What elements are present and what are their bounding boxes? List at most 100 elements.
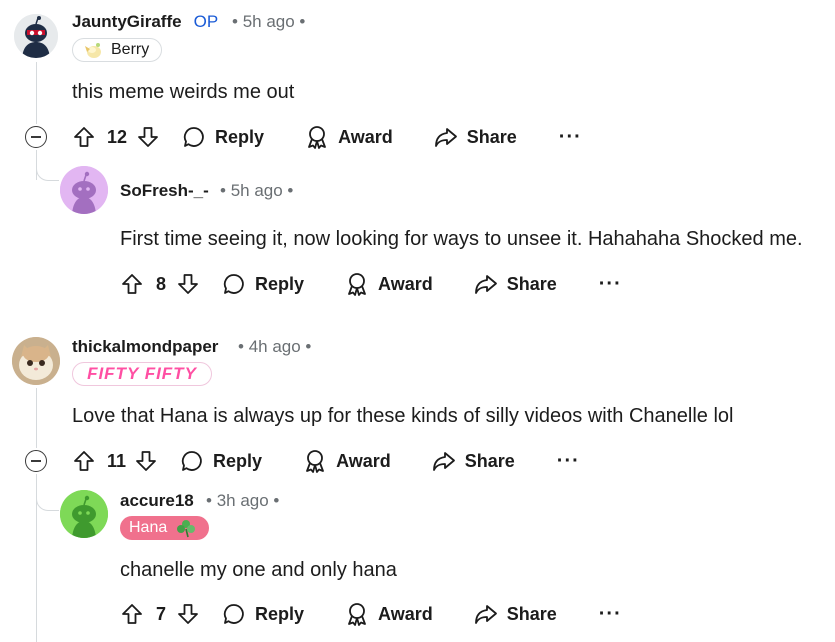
avatar[interactable] (14, 14, 58, 58)
avatar[interactable] (12, 337, 60, 385)
share-button[interactable]: Share (431, 448, 515, 474)
upvote-button[interactable] (72, 125, 96, 149)
downvote-button[interactable] (136, 125, 160, 149)
comment-username[interactable]: JauntyGiraffe OP (72, 12, 218, 32)
snoo-avatar-icon (14, 14, 58, 58)
share-label[interactable]: Share (467, 127, 517, 148)
more-options-button[interactable]: ··· (599, 273, 622, 296)
share-icon (474, 275, 497, 294)
share-label[interactable]: Share (465, 451, 515, 472)
award-button[interactable]: Award (344, 271, 433, 297)
upvote-button[interactable] (120, 602, 144, 626)
timestamp-text[interactable]: 3h ago (217, 491, 269, 510)
comment-timestamp[interactable]: • 5h ago • (220, 181, 293, 201)
award-button[interactable]: Award (304, 124, 393, 150)
vote-count: 11 (107, 450, 127, 471)
user-flair: Hana (120, 516, 209, 540)
share-icon (474, 605, 497, 624)
op-badge: OP (193, 12, 219, 31)
share-button[interactable]: Share (473, 271, 557, 297)
reply-button[interactable]: Reply (222, 602, 304, 626)
comment-bubble-icon (223, 604, 244, 624)
collapse-thread-button[interactable] (25, 126, 47, 148)
comment-bubble-icon (181, 451, 202, 471)
flair-text: Berry (111, 41, 150, 58)
comment-username[interactable]: accure18 (120, 491, 194, 511)
clover-icon (177, 520, 196, 538)
comment-actions: 7 Reply Award Share ··· (120, 598, 622, 630)
username-text[interactable]: JauntyGiraffe (72, 12, 182, 31)
avatar[interactable] (60, 490, 108, 538)
downvote-icon (178, 604, 198, 624)
vote-count: 8 (156, 273, 167, 294)
snoo-avatar-icon (60, 166, 108, 214)
downvote-icon (178, 274, 198, 294)
comment-username[interactable]: thickalmondpaper (72, 337, 218, 357)
comment-body: Love that Hana is always up for these ki… (72, 405, 734, 427)
flair-text: FIFTY FIFTY (87, 364, 197, 383)
vote-count: 12 (107, 126, 128, 147)
timestamp-text[interactable]: 5h ago (243, 12, 295, 31)
downvote-button[interactable] (134, 449, 158, 473)
award-button[interactable]: Award (302, 448, 391, 474)
upvote-icon (122, 274, 142, 294)
reply-button[interactable]: Reply (180, 449, 262, 473)
upvote-icon (74, 451, 94, 471)
share-button[interactable]: Share (433, 124, 517, 150)
downvote-icon (138, 127, 158, 147)
reply-label[interactable]: Reply (255, 274, 304, 295)
award-icon (306, 450, 324, 473)
avatar[interactable] (60, 166, 108, 214)
thread-connector (36, 160, 59, 181)
award-icon (348, 603, 366, 626)
downvote-icon (136, 451, 156, 471)
reply-button[interactable]: Reply (222, 272, 304, 296)
upvote-button[interactable] (120, 272, 144, 296)
award-icon (308, 126, 326, 149)
share-icon (432, 452, 455, 471)
vote-count: 7 (156, 603, 167, 624)
comment-bubble-icon (223, 274, 244, 294)
share-icon (434, 128, 457, 147)
timestamp-text[interactable]: 5h ago (231, 181, 283, 200)
comment-body: this meme weirds me out (72, 81, 295, 103)
more-options-button[interactable]: ··· (557, 450, 580, 473)
berry-icon (85, 43, 101, 58)
share-button[interactable]: Share (473, 601, 557, 627)
comment-actions: 11 Reply Award Share ··· (72, 445, 580, 477)
cat-avatar-icon (12, 337, 60, 385)
collapse-thread-button[interactable] (25, 450, 47, 472)
award-label[interactable]: Award (378, 604, 433, 625)
downvote-button[interactable] (176, 602, 200, 626)
user-flair: FIFTY FIFTY (72, 362, 212, 386)
comment-timestamp[interactable]: • 5h ago • (232, 12, 305, 32)
award-icon (348, 273, 366, 296)
downvote-button[interactable] (176, 272, 200, 296)
upvote-button[interactable] (72, 449, 96, 473)
thread-connector (36, 490, 59, 511)
upvote-icon (74, 127, 94, 147)
comment-body: First time seeing it, now looking for wa… (120, 228, 803, 250)
reply-label[interactable]: Reply (213, 451, 262, 472)
reply-label[interactable]: Reply (255, 604, 304, 625)
comment-actions: 8 Reply Award Share ··· (120, 268, 622, 300)
thread-line (36, 62, 37, 124)
award-label[interactable]: Award (338, 127, 393, 148)
reply-button[interactable]: Reply (182, 125, 264, 149)
share-label[interactable]: Share (507, 604, 557, 625)
comment-timestamp[interactable]: • 4h ago • (238, 337, 311, 357)
comment-actions: 12 Reply Award Share ··· (72, 121, 582, 153)
reply-label[interactable]: Reply (215, 127, 264, 148)
more-options-button[interactable]: ··· (599, 603, 622, 626)
award-label[interactable]: Award (336, 451, 391, 472)
more-options-button[interactable]: ··· (559, 126, 582, 149)
comment-body: chanelle my one and only hana (120, 559, 397, 581)
flair-text: Hana (129, 519, 168, 536)
share-label[interactable]: Share (507, 274, 557, 295)
award-label[interactable]: Award (378, 274, 433, 295)
award-button[interactable]: Award (344, 601, 433, 627)
comment-username[interactable]: SoFresh-_- (120, 181, 209, 201)
comment-timestamp[interactable]: • 3h ago • (206, 491, 279, 511)
timestamp-text[interactable]: 4h ago (249, 337, 301, 356)
thread-line (36, 388, 37, 448)
